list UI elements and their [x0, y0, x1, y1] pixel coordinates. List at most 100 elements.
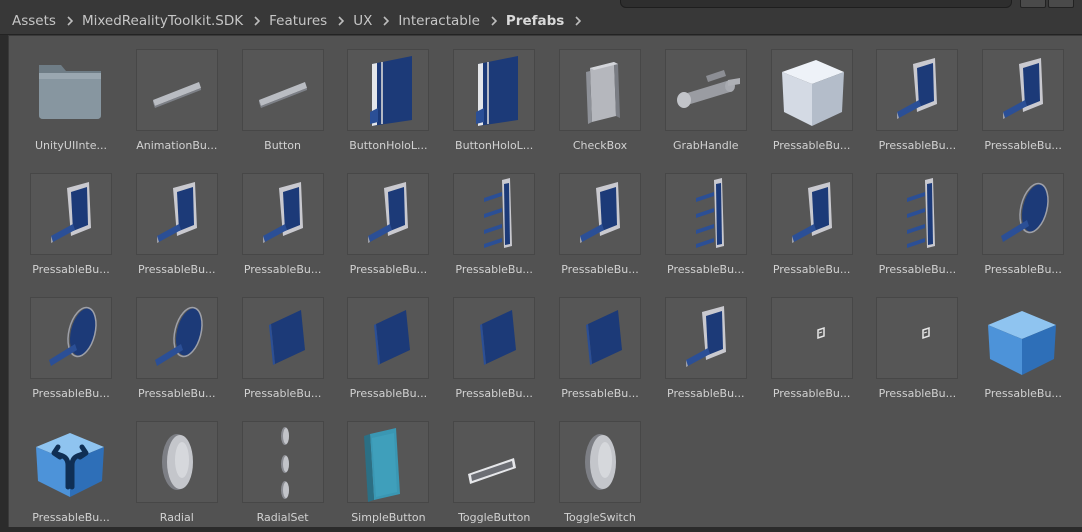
holo-button-prefab-icon [347, 49, 430, 131]
asset-label: PressableBu... [878, 387, 957, 400]
asset-item[interactable]: PressableBu... [750, 160, 856, 284]
pressable-button-prefab-icon [876, 49, 959, 131]
asset-item[interactable]: Button [221, 36, 327, 160]
asset-label: PressableBu... [349, 263, 428, 276]
asset-grid: UnityUIInte... AnimationBu... Button Button… [8, 35, 1082, 527]
asset-label: PressableBu... [349, 387, 428, 400]
asset-item[interactable]: PressableBu... [644, 284, 750, 408]
asset-label: SimpleButton [351, 511, 426, 524]
blue-cube-arrows-icon [30, 421, 112, 503]
toggle-button-prefab-icon [453, 421, 536, 503]
asset-item[interactable]: PressableBu... [432, 284, 538, 408]
asset-item[interactable]: AnimationBu... [115, 36, 221, 160]
asset-label: UnityUIInte... [35, 139, 107, 152]
asset-item[interactable]: CheckBox [538, 36, 644, 160]
asset-label: PressableBu... [138, 263, 216, 276]
pressable-button-prefab-icon [982, 49, 1065, 131]
asset-item[interactable]: PressableBu... [9, 408, 115, 532]
breadcrumb-item[interactable]: Assets [12, 13, 56, 29]
asset-item[interactable]: ButtonHoloL... [326, 36, 432, 160]
asset-label: PressableBu... [455, 263, 533, 276]
asset-item[interactable]: PressableBu... [961, 160, 1067, 284]
asset-label: PressableBu... [984, 263, 1062, 276]
holo-button-prefab-icon [453, 49, 536, 131]
asset-label: PressableBu... [243, 387, 322, 400]
breadcrumb-item[interactable]: Features [269, 13, 327, 29]
chevron-right-icon [491, 16, 497, 26]
asset-item[interactable]: PressableBu... [855, 160, 961, 284]
asset-label: PressableBu... [984, 139, 1062, 152]
pressable-button-prefab-icon [664, 297, 747, 379]
asset-item[interactable]: PressableBu... [9, 160, 115, 284]
flat-button-prefab-icon [135, 49, 218, 131]
asset-item[interactable]: PressableBu... [221, 284, 327, 408]
asset-label: PressableBu... [32, 263, 110, 276]
pressable-button-prefab-icon [30, 173, 112, 255]
asset-item[interactable]: UnityUIInte... [9, 36, 115, 160]
asset-item[interactable]: PressableBu... [961, 284, 1067, 408]
asset-item[interactable]: PressableBu... [644, 160, 750, 284]
breadcrumb-item[interactable]: UX [353, 13, 372, 29]
asset-label: PressableBu... [561, 387, 639, 400]
asset-item[interactable]: GrabHandle [644, 36, 750, 160]
asset-label: PressableBu... [455, 387, 533, 400]
asset-item[interactable]: PressableBu... [855, 36, 961, 160]
asset-item[interactable]: Radial [115, 408, 221, 532]
asset-item[interactable]: SimpleButton [326, 408, 432, 532]
asset-item[interactable]: PressableBu... [750, 36, 856, 160]
asset-label: ButtonHoloL... [455, 139, 534, 152]
blue-panel-prefab-icon [559, 297, 641, 379]
asset-item[interactable]: PressableBu... [750, 284, 856, 408]
asset-label: PressableBu... [984, 387, 1062, 400]
chevron-right-icon [67, 16, 73, 26]
asset-label: GrabHandle [673, 139, 739, 152]
radial-disc-prefab-icon [559, 421, 641, 503]
asset-label: Button [264, 139, 302, 152]
asset-item[interactable]: PressableBu... [326, 284, 432, 408]
asset-item[interactable]: PressableBu... [855, 284, 961, 408]
asset-item[interactable]: PressableBu... [326, 160, 432, 284]
asset-label: PressableBu... [243, 263, 322, 276]
pressable-button-prefab-icon [241, 173, 324, 255]
asset-label: PressableBu... [878, 263, 957, 276]
asset-item[interactable]: PressableBu... [538, 160, 644, 284]
blue-panel-prefab-icon [241, 297, 324, 379]
asset-label: PressableBu... [32, 511, 110, 524]
filter-label-icon[interactable] [1048, 0, 1074, 8]
asset-item[interactable]: ToggleButton [432, 408, 538, 532]
asset-item[interactable]: RadialSet [221, 408, 327, 532]
chevron-right-icon [575, 16, 582, 26]
breadcrumb-item[interactable]: MixedRealityToolkit.SDK [82, 13, 243, 29]
breadcrumb-item[interactable]: Interactable [398, 13, 480, 29]
filter-type-icon[interactable] [1020, 0, 1046, 8]
blue-panel-prefab-icon [347, 297, 430, 379]
breadcrumb-item[interactable]: Prefabs [506, 13, 564, 29]
asset-item[interactable]: PressableBu... [9, 284, 115, 408]
asset-item[interactable]: PressableBu... [538, 284, 644, 408]
round-button-prefab-icon [982, 173, 1065, 255]
blue-cube-icon [982, 297, 1064, 379]
asset-item[interactable]: ToggleSwitch [538, 408, 644, 532]
small-icon-prefab-icon [876, 297, 959, 379]
breadcrumb: Assets MixedRealityToolkit.SDK Features UX I… [12, 11, 590, 31]
button-bar-prefab-icon [876, 173, 959, 255]
blue-panel-prefab-icon [453, 297, 536, 379]
pressable-button-prefab-icon [135, 173, 218, 255]
asset-item[interactable]: PressableBu... [961, 36, 1067, 160]
radial-set-prefab-icon [241, 421, 324, 503]
search-field[interactable] [620, 0, 1012, 8]
asset-item[interactable]: PressableBu... [115, 160, 221, 284]
asset-item[interactable]: PressableBu... [221, 160, 327, 284]
asset-item[interactable]: PressableBu... [432, 160, 538, 284]
round-button-prefab-icon [135, 297, 218, 379]
asset-label: CheckBox [572, 139, 628, 152]
asset-label: PressableBu... [772, 387, 851, 400]
asset-label: Radial [159, 511, 194, 524]
asset-label: PressableBu... [138, 387, 216, 400]
asset-item[interactable]: ButtonHoloL... [432, 36, 538, 160]
asset-item[interactable]: PressableBu... [115, 284, 221, 408]
simple-button-prefab-icon [347, 421, 430, 503]
checkbox-prefab-icon [559, 49, 641, 131]
chevron-right-icon [383, 16, 390, 26]
chevron-right-icon [254, 16, 261, 26]
